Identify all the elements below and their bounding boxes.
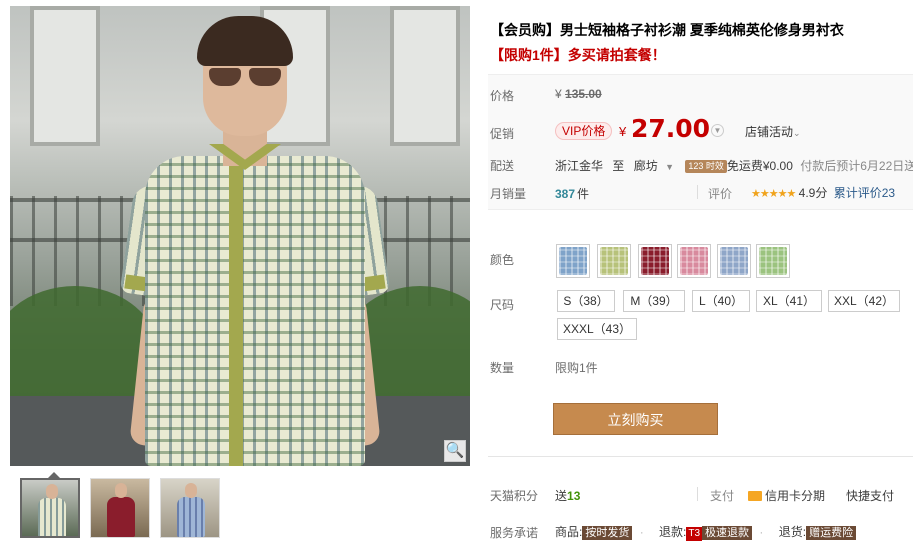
points: 送13 <box>555 487 580 504</box>
background-window <box>390 6 460 146</box>
points-prefix: 送 <box>555 489 568 503</box>
service-refund-prefix: 退款: <box>659 525 687 539</box>
background-window <box>30 6 100 146</box>
product-page: 🔍 【会员购】男士短袖格子衬衫潮 夏季纯棉英伦修身男衬衣 【限购1件】多买请拍套… <box>0 0 913 550</box>
credit-card-icon <box>748 491 762 501</box>
points-value: 13 <box>567 489 581 503</box>
size-option-m[interactable]: M（39） <box>623 290 685 312</box>
shirt-swatch-icon <box>720 247 748 275</box>
model-hair <box>197 16 293 66</box>
vip-price-tag: VIP价格 <box>555 122 613 140</box>
size-option-xl[interactable]: XL（41） <box>756 290 822 312</box>
rating-stars-icon: ★★★★★ <box>751 188 796 200</box>
shop-activity-label: 店铺活动 <box>745 125 794 139</box>
thumbnail-1[interactable] <box>20 478 80 538</box>
shipping-destination[interactable]: 廊坊 <box>634 159 658 173</box>
size-option-l[interactable]: L（40） <box>692 290 750 312</box>
quantity-label: 数量 <box>490 361 515 375</box>
sunglasses <box>209 68 283 86</box>
original-price-value: 135.00 <box>565 87 602 101</box>
service-commitments: 商品: 按时发货 · 退款: T3 极速退款 · 退货: 赠运费险 <box>555 523 857 541</box>
color-swatch-blue[interactable] <box>556 244 590 278</box>
thumbnail-2[interactable] <box>90 478 150 538</box>
original-price-currency: ¥ <box>555 87 562 101</box>
service-goods-prefix: 商品: <box>555 525 583 539</box>
service-return-prefix: 退货: <box>778 525 807 539</box>
shirt-swatch-icon <box>759 247 787 275</box>
monthly-sales: 387 件 <box>555 185 589 202</box>
promo-price: 27.00 <box>631 114 711 143</box>
original-price: ¥ 135.00 <box>555 87 602 101</box>
free-shipping-text: 免运费¥0.00 <box>726 159 793 173</box>
payment-label: 支付 <box>710 489 735 503</box>
chevron-down-icon: ⌄ <box>793 128 801 138</box>
promo-currency: ¥ <box>619 124 627 139</box>
divider <box>697 185 698 199</box>
size-option-xxl[interactable]: XXL（42） <box>828 290 900 312</box>
shipping-label: 配送 <box>490 159 515 173</box>
shop-activity-dropdown[interactable]: 店铺活动⌄ <box>745 123 801 140</box>
shirt-placket <box>229 166 243 466</box>
monthly-sales-count: 387 <box>555 187 576 201</box>
size-option-xxxl[interactable]: XXXL（43） <box>557 318 637 340</box>
color-swatch-pink[interactable] <box>677 244 711 278</box>
shirt-swatch-icon <box>559 247 587 275</box>
review-count-link[interactable]: 累计评价23 <box>834 186 895 200</box>
delivery-estimate: 付款后预计6月22日送达 <box>800 159 913 173</box>
zoom-icon[interactable]: 🔍 <box>444 440 466 462</box>
shirt-swatch-icon <box>680 247 708 275</box>
t3-badge: T3 <box>686 527 703 541</box>
points-label: 天猫积分 <box>490 489 539 503</box>
promo-label: 促销 <box>490 127 515 141</box>
plaid-shirt <box>145 156 365 466</box>
credit-installment-text: 信用卡分期 <box>765 489 826 503</box>
color-swatch-burgundy[interactable] <box>638 244 672 278</box>
monthly-sales-label: 月销量 <box>490 187 527 201</box>
divider <box>697 487 698 501</box>
color-swatch-green[interactable] <box>597 244 631 278</box>
color-swatch-light-green[interactable] <box>756 244 790 278</box>
product-subtitle: 【限购1件】多买请拍套餐！ <box>490 47 666 63</box>
main-product-image[interactable]: 🔍 <box>10 6 470 466</box>
destination-dropdown-icon[interactable]: ▼ <box>665 162 674 172</box>
thumbnail-strip <box>10 470 470 550</box>
delivery-time-badge: 123 时效 <box>685 160 727 173</box>
rating-score: 4.9分 <box>798 186 828 200</box>
quick-pay[interactable]: 快捷支付 <box>846 487 894 504</box>
shirt-swatch-icon <box>600 247 628 275</box>
ontime-shipping-tag[interactable]: 按时发货 <box>582 526 633 540</box>
color-swatch-light-blue[interactable] <box>717 244 751 278</box>
model-figure <box>119 16 391 466</box>
fast-refund-tag[interactable]: 极速退款 <box>702 526 753 540</box>
thumbnail-3[interactable] <box>160 478 220 538</box>
shipping-to-word: 至 <box>612 159 625 173</box>
product-title: 【会员购】男士短袖格子衬衫潮 夏季纯棉英伦修身男衬衣 <box>490 22 844 38</box>
size-label: 尺码 <box>490 298 515 312</box>
service-label: 服务承诺 <box>490 526 539 540</box>
shipping-info: 浙江金华 至 廊坊 ▼ 123 时效免运费¥0.00 付款后预计6月22日送达 <box>555 157 913 174</box>
rating-label: 评价 <box>708 187 733 201</box>
return-shipping-insurance-tag[interactable]: 赠运费险 <box>806 526 857 540</box>
credit-installment[interactable]: 信用卡分期 <box>748 487 825 504</box>
size-option-s[interactable]: S（38） <box>557 290 615 312</box>
color-label: 颜色 <box>490 253 515 267</box>
shirt-swatch-icon <box>641 247 669 275</box>
quantity-limit: 限购1件 <box>555 361 598 375</box>
price-label: 价格 <box>490 89 515 103</box>
rating: ★★★★★ 4.9分 累计评价23 <box>751 184 895 201</box>
buy-now-button[interactable]: 立刻购买 <box>553 403 718 435</box>
section-divider <box>488 456 913 457</box>
price-dropdown-icon[interactable]: ▼ <box>711 124 724 137</box>
shipping-from: 浙江金华 <box>555 159 604 173</box>
monthly-sales-unit: 件 <box>577 187 590 201</box>
